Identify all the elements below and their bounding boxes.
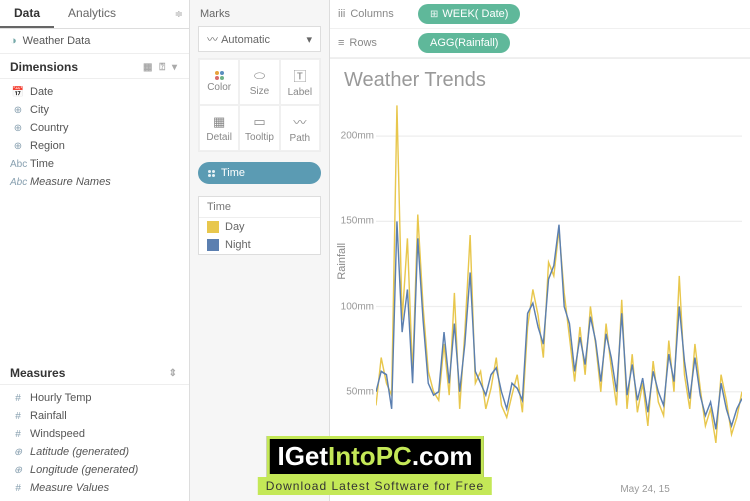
plus-icon: ⊞	[430, 9, 438, 20]
marks-title: Marks	[190, 0, 329, 26]
data-sidebar: Data Analytics ≑ ◑ Weather Data Dimensio…	[0, 0, 190, 501]
mark-path[interactable]: 〰Path	[280, 105, 320, 151]
y-tick: 200mm	[341, 131, 374, 142]
dimension-field[interactable]: 📅Date	[0, 83, 189, 101]
field-icon: #	[10, 429, 26, 440]
field-icon: ⊕	[10, 141, 26, 152]
y-tick: 150mm	[341, 216, 374, 227]
measure-field[interactable]: ⊕Longitude (generated)	[0, 461, 189, 479]
mark-time-pill[interactable]: Time	[198, 162, 321, 184]
field-icon: ⊕	[10, 465, 26, 476]
viz-canvas[interactable]: Rainfall 200mm150mm100mm50mm 23, 14May 2…	[330, 94, 750, 501]
measure-field[interactable]: #Hourly Temp	[0, 389, 189, 407]
mark-tooltip[interactable]: ▭Tooltip	[239, 105, 279, 151]
dimension-field[interactable]: AbcTime	[0, 155, 189, 173]
field-icon: #	[10, 393, 26, 404]
legend-swatch	[207, 221, 219, 233]
x-tick: May 24, 15	[620, 484, 669, 495]
marks-type-dropdown[interactable]: 〰 Automatic ▾	[198, 26, 321, 52]
viz-title[interactable]: Weather Trends	[330, 59, 750, 94]
measures-resize-icon[interactable]: ⇕	[169, 368, 179, 379]
dimensions-tools[interactable]: ▦ ⍰ ▾	[143, 62, 179, 73]
mark-color[interactable]: Color	[199, 59, 239, 105]
legend-item[interactable]: Night	[199, 236, 320, 254]
columns-shelf[interactable]: iiiColumns ⊞WEEK( Date)	[330, 0, 750, 29]
columns-pill[interactable]: ⊞WEEK( Date)	[418, 4, 520, 24]
y-tick: 100mm	[341, 301, 374, 312]
tab-data[interactable]: Data	[0, 0, 54, 28]
mark-label[interactable]: 🅃Label	[280, 59, 320, 105]
field-icon: #	[10, 483, 26, 494]
datasource-icon: ◑	[10, 35, 17, 47]
rows-icon: ≡	[338, 37, 344, 49]
y-tick: 50mm	[346, 386, 374, 397]
dimension-field[interactable]: ⊕Region	[0, 137, 189, 155]
field-icon: ⊕	[10, 105, 26, 116]
datasource-row[interactable]: ◑ Weather Data	[0, 29, 189, 54]
mark-size[interactable]: ⬭Size	[239, 59, 279, 105]
tab-analytics[interactable]: Analytics	[54, 0, 130, 28]
x-tick: 23, 14	[448, 484, 476, 495]
field-icon: 📅	[10, 87, 26, 98]
field-icon: Abc	[10, 159, 26, 170]
dimension-field[interactable]: ⊕Country	[0, 119, 189, 137]
field-icon: ⊕	[10, 123, 26, 134]
datasource-name: Weather Data	[23, 35, 91, 47]
chevron-down-icon: ▾	[306, 33, 312, 46]
rows-pill[interactable]: AGG(Rainfall)	[418, 33, 510, 53]
measure-field[interactable]: #Measure Values	[0, 479, 189, 497]
marks-panel: Marks 〰 Automatic ▾ Color ⬭Size 🅃Label ▦…	[190, 0, 330, 501]
rows-shelf[interactable]: ≡Rows AGG(Rainfall)	[330, 29, 750, 58]
series-line	[376, 221, 742, 429]
legend-title: Time	[199, 197, 320, 218]
measures-title: Measures	[10, 366, 65, 380]
measure-field[interactable]: #Rainfall	[0, 407, 189, 425]
field-icon: #	[10, 411, 26, 422]
color-legend: Time DayNight	[198, 196, 321, 255]
mark-detail[interactable]: ▦Detail	[199, 105, 239, 151]
tab-options-icon[interactable]: ≑	[130, 0, 189, 28]
field-icon: ⊕	[10, 447, 26, 458]
columns-icon: iii	[338, 8, 345, 20]
worksheet-main: iiiColumns ⊞WEEK( Date) ≡Rows AGG(Rainfa…	[330, 0, 750, 501]
legend-item[interactable]: Day	[199, 218, 320, 236]
legend-swatch	[207, 239, 219, 251]
dimension-field[interactable]: ⊕City	[0, 101, 189, 119]
measure-field[interactable]: ⊕Latitude (generated)	[0, 443, 189, 461]
marks-dropdown-label: Automatic	[221, 34, 270, 46]
color-dots-icon	[208, 170, 215, 177]
dimension-field[interactable]: AbcMeasure Names	[0, 173, 189, 191]
dimensions-title: Dimensions	[10, 60, 78, 74]
measure-field[interactable]: #Windspeed	[0, 425, 189, 443]
field-icon: Abc	[10, 177, 26, 188]
